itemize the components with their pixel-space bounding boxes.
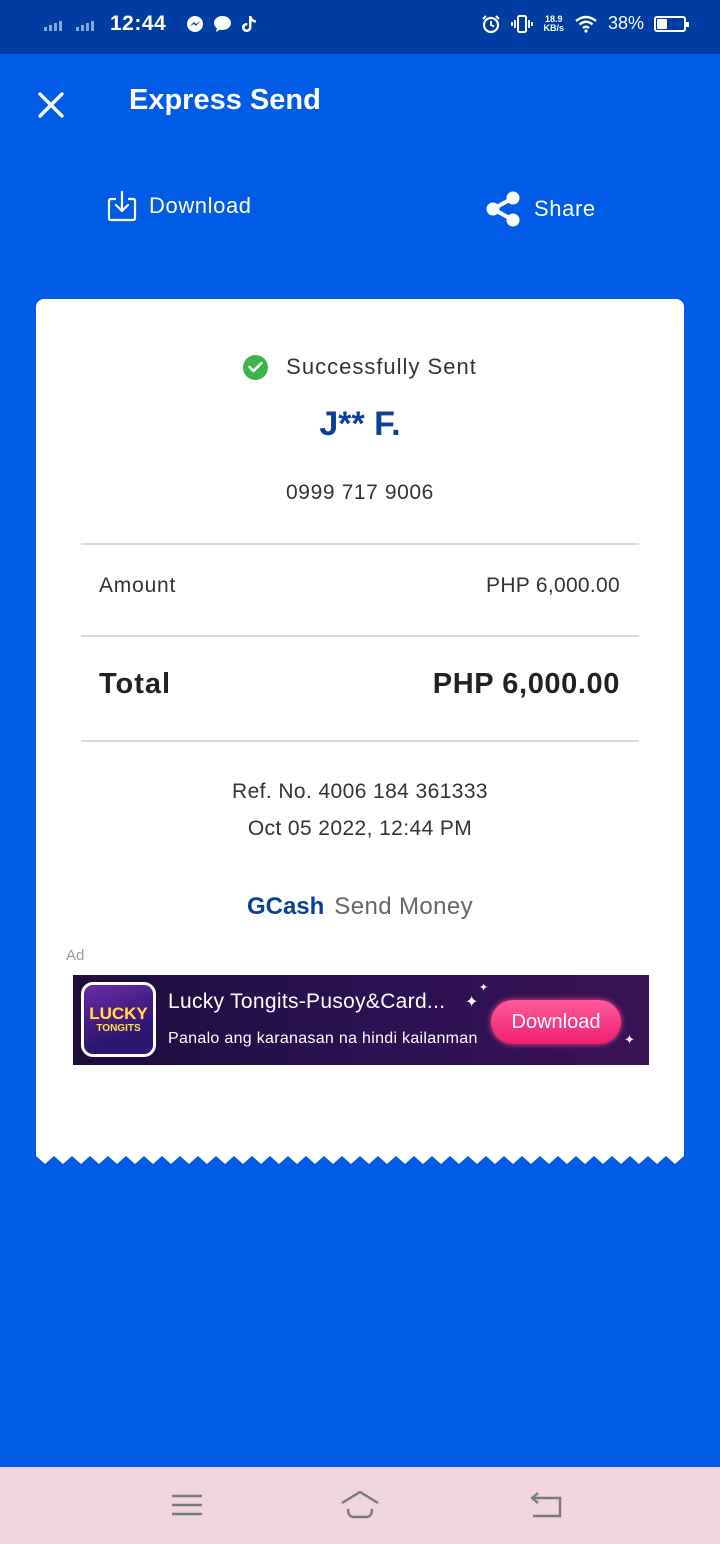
transaction-status: Successfully Sent xyxy=(0,354,720,380)
status-time: 12:44 xyxy=(110,12,167,35)
ad-subtitle: Panalo ang karanasan na hindi kailanman xyxy=(168,1030,478,1047)
ad-title: Lucky Tongits-Pusoy&Card... xyxy=(168,990,446,1013)
network-speed: 18.9 KB/s xyxy=(543,13,564,33)
tiktok-icon xyxy=(242,16,257,32)
share-label: Share xyxy=(534,196,596,221)
amount-value: PHP 6,000.00 xyxy=(486,574,620,597)
battery-percent: 38% xyxy=(607,13,644,33)
ad-label: Ad xyxy=(66,947,85,964)
home-icon[interactable] xyxy=(340,1487,380,1523)
battery-icon xyxy=(654,15,689,32)
vibrate-icon xyxy=(511,14,534,33)
recipient-number: 0999 717 9006 xyxy=(286,481,434,504)
brand-name: GCash xyxy=(246,893,325,920)
chat-bubble-icon xyxy=(214,16,232,32)
signal-icon xyxy=(44,17,62,31)
menu-icon[interactable] xyxy=(167,1487,207,1523)
divider xyxy=(81,635,639,637)
reference-number: Ref. No. 4006 184 361333 xyxy=(232,780,488,803)
ad-download-button[interactable]: Download xyxy=(491,1000,621,1044)
transaction-datetime: Oct 05 2022, 12:44 PM xyxy=(247,817,473,840)
download-icon xyxy=(107,190,137,222)
ad-app-icon: LUCKY TONGITS xyxy=(81,982,156,1057)
sparkle-icon: ✦ xyxy=(465,994,479,1011)
success-check-icon xyxy=(243,354,269,380)
total-label: Total xyxy=(99,668,172,700)
sparkle-icon: ✦ xyxy=(624,1032,635,1047)
share-button[interactable]: Share xyxy=(484,190,596,228)
brand-footer: GCash Send Money xyxy=(0,893,720,921)
sparkle-icon: ✦ xyxy=(479,982,489,994)
signal-icon xyxy=(76,17,94,31)
system-nav-bar xyxy=(0,1467,720,1544)
ad-banner[interactable]: LUCKY TONGITS Lucky Tongits-Pusoy&Card..… xyxy=(73,975,649,1065)
close-icon[interactable] xyxy=(36,90,66,120)
wifi-icon xyxy=(575,15,597,33)
alarm-icon xyxy=(482,14,501,33)
divider xyxy=(81,543,639,545)
receipt-torn-edge xyxy=(36,1148,684,1164)
back-icon[interactable] xyxy=(527,1487,567,1523)
messenger-icon xyxy=(187,16,204,32)
status-text: Successfully Sent xyxy=(286,354,477,379)
recipient-name: J** F. xyxy=(319,405,401,443)
download-button[interactable]: Download xyxy=(107,190,252,222)
total-value: PHP 6,000.00 xyxy=(432,668,620,700)
share-icon xyxy=(486,191,520,227)
amount-label: Amount xyxy=(99,574,177,597)
brand-service: Send Money xyxy=(334,893,474,920)
download-label: Download xyxy=(149,193,252,218)
divider xyxy=(81,740,639,742)
page-title: Express Send xyxy=(129,84,321,116)
status-bar: 12:44 18.9 KB/s 38% xyxy=(0,0,720,54)
